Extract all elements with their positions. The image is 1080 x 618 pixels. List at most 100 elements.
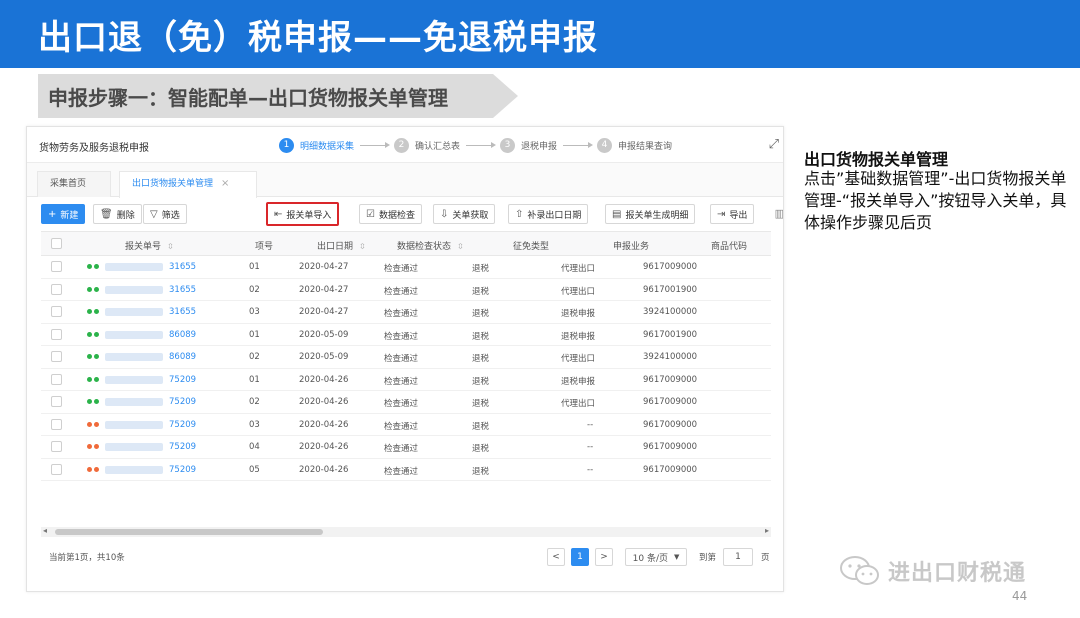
close-icon[interactable]: ×	[221, 178, 229, 189]
pagination-info: 当前第1页，共10条	[49, 553, 125, 563]
column-declaration-no-label: 报关单号	[125, 242, 162, 252]
prev-page-button[interactable]: <	[547, 548, 565, 566]
scrollbar-thumb[interactable]	[55, 529, 323, 535]
cell-code: 3924100000	[643, 352, 698, 362]
sort-icon[interactable]: ⇳	[359, 242, 366, 251]
table-row[interactable]: 75209 02 2020-04-26 检查通过 退税 代理出口 9617009000	[41, 391, 771, 414]
status-dot-icon	[87, 421, 92, 427]
import-icon: ⇤	[274, 208, 283, 220]
cell-biz: 代理出口	[561, 399, 596, 409]
cell-date: 2020-04-26	[299, 442, 349, 452]
table-row[interactable]: 31655 01 2020-04-27 检查通过 退税 代理出口 9617009000	[41, 256, 771, 279]
declaration-no-link[interactable]: 75209	[169, 420, 196, 430]
column-declaration-no[interactable]: 报关单号 ⇳	[125, 239, 174, 252]
table-row[interactable]: 75209 05 2020-04-26 检查通过 退税 -- 9617009000	[41, 459, 771, 481]
export-button[interactable]: ⇥ 导出	[710, 204, 755, 224]
table-row[interactable]: 31655 02 2020-04-27 检查通过 退税 代理出口 9617001900	[41, 279, 771, 301]
cell-date: 2020-05-09	[299, 329, 349, 340]
next-page-button[interactable]: >	[595, 548, 613, 566]
step-2[interactable]: 2 确认汇总表	[394, 137, 460, 153]
cell-biz: 退税申报	[561, 376, 596, 387]
declaration-no-link[interactable]: 31655	[169, 285, 196, 295]
status-dot-icon	[87, 309, 92, 314]
status-dot-icon	[94, 264, 99, 269]
toolbar: + 新建 🗑 删除 ▽ 筛选 ⇤ 报关单导入 ☑ 数据检查 ⇩ 关单获取 ⇧ 补录出口日期 ▤…	[27, 197, 783, 231]
sort-icon[interactable]: ⇳	[167, 242, 174, 251]
row-checkbox[interactable]	[51, 396, 62, 407]
delete-button[interactable]: 🗑 删除	[93, 204, 142, 224]
cell-code: 9617001900	[643, 284, 698, 295]
cell-biz: 退税申报	[561, 331, 596, 342]
table-row[interactable]: 75209 03 2020-04-26 检查通过 退税 -- 9617009000	[41, 414, 771, 436]
table-row[interactable]: 31655 03 2020-04-27 检查通过 退税 退税申报 3924100000	[41, 301, 771, 324]
page-size-select[interactable]: 10 条/页 ▼	[625, 548, 687, 566]
row-checkbox[interactable]	[51, 283, 62, 295]
column-settings-icon[interactable]: ▥	[775, 207, 783, 220]
declaration-no-link[interactable]: 75209	[169, 442, 196, 452]
step-1[interactable]: 1 明细数据采集	[279, 137, 354, 153]
data-check-button[interactable]: ☑ 数据检查	[359, 204, 422, 224]
step-3[interactable]: 3 退税申报	[500, 137, 558, 153]
table-row[interactable]: 75209 01 2020-04-26 检查通过 退税 退税申报 9617009000	[41, 369, 771, 391]
cell-item: 01	[249, 374, 260, 385]
step-arrow-icon	[360, 141, 391, 148]
column-exemption-type: 征免类型	[513, 242, 550, 252]
cell-item: 02	[249, 352, 260, 362]
table-row[interactable]: 75209 04 2020-04-26 检查通过 退税 -- 9617009000	[41, 436, 771, 459]
description-body: 点击”基础数据管理”-出口货物报关单管理-“报关单导入”按钮导入关单，具体操作步…	[804, 169, 1067, 232]
horizontal-scrollbar[interactable]: ◂ ▸	[41, 526, 771, 537]
tab-home-label: 采集首页	[50, 179, 87, 189]
row-checkbox[interactable]	[51, 373, 62, 385]
tab-customs-declaration[interactable]: 出口货物报关单管理 ×	[119, 171, 257, 198]
tab-bar: 采集首页 出口货物报关单管理 ×	[27, 163, 783, 198]
declaration-no-link[interactable]: 75209	[169, 375, 196, 385]
cell-biz: --	[587, 464, 594, 475]
declaration-no-link[interactable]: 75209	[169, 397, 196, 407]
row-checkbox[interactable]	[51, 261, 62, 272]
new-button-label: 新建	[60, 210, 79, 221]
goto-page-input[interactable]: 1	[723, 548, 753, 566]
declaration-no-link[interactable]: 86089	[169, 352, 196, 362]
cell-code: 9617009000	[643, 419, 698, 430]
row-checkbox[interactable]	[51, 418, 62, 430]
declaration-no-link[interactable]: 75209	[169, 465, 196, 475]
cell-check: 检查通过	[384, 354, 419, 364]
sort-icon[interactable]: ⇳	[457, 242, 464, 251]
declaration-no-link[interactable]: 31655	[169, 262, 196, 272]
filter-button[interactable]: ▽ 筛选	[143, 204, 187, 224]
new-button[interactable]: + 新建	[41, 204, 86, 224]
scroll-left-icon[interactable]: ◂	[43, 526, 47, 535]
generate-detail-button[interactable]: ▤ 报关单生成明细	[605, 204, 696, 224]
step-1-number: 1	[279, 137, 294, 153]
supplement-date-button[interactable]: ⇧ 补录出口日期	[508, 204, 589, 224]
declaration-no-link[interactable]: 86089	[169, 330, 196, 340]
status-dot-icon	[87, 444, 92, 449]
cell-check: 检查通过	[384, 444, 419, 454]
row-checkbox[interactable]	[51, 328, 62, 340]
table-body: 31655 01 2020-04-27 检查通过 退税 代理出口 9617009000 316…	[41, 256, 771, 481]
fetch-declaration-button[interactable]: ⇩ 关单获取	[433, 204, 496, 224]
step-3-label: 退税申报	[521, 141, 558, 152]
cell-biz: --	[587, 442, 594, 452]
cell-code: 9617009000	[643, 374, 698, 385]
declaration-no-link[interactable]: 31655	[169, 307, 196, 317]
filter-button-label: 筛选	[161, 210, 180, 221]
cell-check: 检查通过	[384, 376, 419, 387]
row-checkbox[interactable]	[51, 351, 62, 362]
table-row[interactable]: 86089 02 2020-05-09 检查通过 退税 代理出口 3924100000	[41, 346, 771, 369]
import-declaration-button[interactable]: ⇤ 报关单导入	[266, 202, 340, 226]
row-checkbox[interactable]	[51, 463, 62, 475]
tab-home[interactable]: 采集首页	[37, 171, 111, 197]
select-all-checkbox[interactable]	[51, 238, 62, 249]
scroll-right-icon[interactable]: ▸	[765, 526, 769, 535]
table-row[interactable]: 86089 01 2020-05-09 检查通过 退税 退税申报 9617001900	[41, 324, 771, 346]
expand-icon[interactable]: ⤢	[769, 137, 779, 152]
row-checkbox[interactable]	[51, 441, 62, 452]
row-checkbox[interactable]	[51, 306, 62, 317]
step-4[interactable]: 4 申报结果查询	[597, 137, 672, 153]
cell-biz: 代理出口	[561, 264, 596, 274]
page-1-button[interactable]: 1	[571, 548, 589, 566]
column-check-status[interactable]: 数据检查状态 ⇳	[397, 239, 464, 252]
data-check-button-label: 数据检查	[378, 210, 415, 221]
column-export-date[interactable]: 出口日期 ⇳	[317, 239, 366, 252]
